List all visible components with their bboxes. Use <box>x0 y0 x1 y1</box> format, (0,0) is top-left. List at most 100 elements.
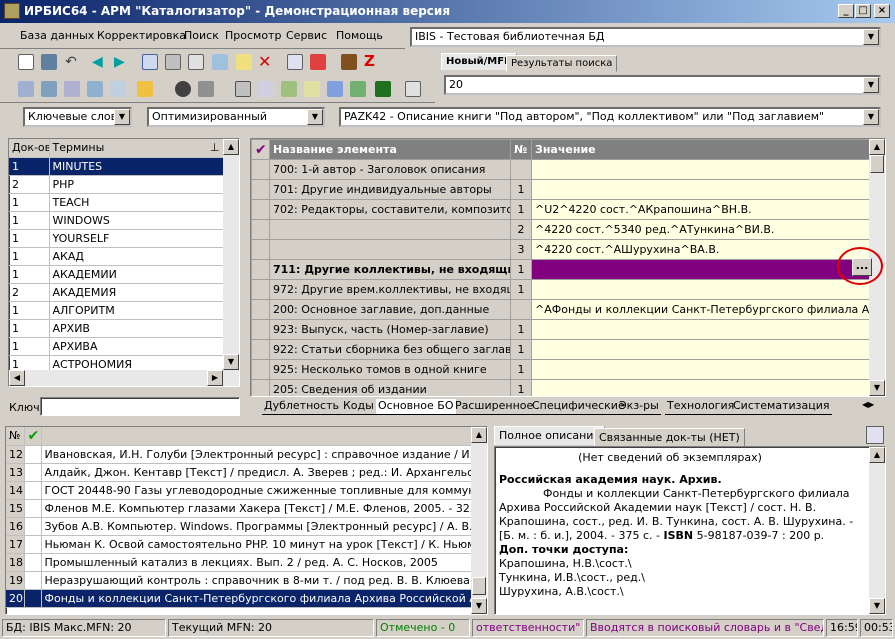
field-name[interactable]: 205: Сведения об издании <box>269 379 511 396</box>
term-text[interactable]: WINDOWS <box>49 211 224 230</box>
terms-row[interactable]: 1 YOURSELF <box>9 229 224 248</box>
pin-icon[interactable]: ⊥ <box>210 141 220 154</box>
field-value[interactable]: ^AФонды и коллекции Санкт-Петербургского… <box>531 299 870 320</box>
field-value[interactable] <box>531 379 870 396</box>
tab-codes[interactable]: Коды <box>341 399 376 415</box>
term-count[interactable]: 1 <box>9 229 50 248</box>
term-count[interactable]: 1 <box>9 301 50 320</box>
record-text[interactable]: Фонды и коллекции Санкт-Петербургского ф… <box>41 589 472 608</box>
record-number[interactable]: 18 <box>6 553 25 572</box>
field-occurrence[interactable]: 2 <box>510 219 532 240</box>
field-occurrence[interactable]: 1 <box>510 259 532 280</box>
save-icon[interactable] <box>41 54 57 70</box>
term-text[interactable]: PHP <box>49 175 224 194</box>
term-text[interactable]: TEACH <box>49 193 224 212</box>
chat-icon[interactable] <box>87 81 103 97</box>
terms-row[interactable]: 2 PHP <box>9 175 224 194</box>
tab-scroll-arrows[interactable]: ◀▶ <box>862 400 886 414</box>
search-icon[interactable] <box>18 81 34 97</box>
scroll-down-icon[interactable]: ▼ <box>869 598 885 614</box>
documents-icon[interactable] <box>304 81 320 97</box>
menu-database[interactable]: База данных <box>20 29 94 42</box>
term-text[interactable]: АЛГОРИТМ <box>49 301 224 320</box>
record-mark[interactable] <box>24 445 42 464</box>
menu-help[interactable]: Помощь <box>336 29 383 42</box>
record-row[interactable]: 20 Фонды и коллекции Санкт-Петербургского… <box>6 589 472 608</box>
terms-row[interactable]: 1 АРХИВА <box>9 337 224 356</box>
forward-arrow-icon[interactable]: ▶ <box>114 54 130 70</box>
scroll-up-icon[interactable]: ▲ <box>223 139 239 155</box>
chevron-down-icon[interactable]: ▼ <box>863 77 879 93</box>
record-row[interactable]: 18 Промышленный катализ в лекциях. Вып. 2… <box>6 553 472 572</box>
field-value[interactable] <box>531 259 870 280</box>
filter-icon[interactable] <box>41 81 57 97</box>
chevron-down-icon[interactable]: ▼ <box>114 109 130 125</box>
record-text[interactable]: ГОСТ 20448-90 Газы углеводородные сжижен… <box>41 481 472 500</box>
table-export-icon[interactable] <box>350 81 366 97</box>
tab-extended[interactable]: Расширенное <box>453 399 536 415</box>
term-text[interactable]: АКАДЕМИЯ <box>49 283 224 302</box>
terms-row[interactable]: 1 TEACH <box>9 193 224 212</box>
record-text[interactable]: Зубов А.В. Компьютер. Windows. Программы… <box>41 517 472 536</box>
excel-icon[interactable] <box>375 81 391 97</box>
term-count[interactable]: 1 <box>9 157 50 176</box>
field-occurrence[interactable]: 1 <box>510 339 532 360</box>
tab-systematization[interactable]: Систематизация <box>731 399 832 415</box>
maximize-button[interactable]: □ <box>855 4 871 18</box>
mfn-combo[interactable]: 20 ▼ <box>444 75 881 95</box>
tab-duplicates[interactable]: Дублетность <box>262 399 341 415</box>
field-value[interactable] <box>531 279 870 300</box>
terms-header-term[interactable]: Термины ⊥ <box>49 139 224 158</box>
term-text[interactable]: MINUTES <box>49 157 224 176</box>
field-row[interactable]: 701: Другие индивидуальные авторы 1 <box>251 179 870 200</box>
scroll-thumb[interactable] <box>870 155 884 173</box>
record-number[interactable]: 16 <box>6 517 25 536</box>
glasses-icon[interactable] <box>175 81 191 97</box>
menu-search[interactable]: Поиск <box>184 29 219 42</box>
import-icon[interactable] <box>287 54 303 70</box>
record-row[interactable]: 12 Ивановская, И.Н. Голуби [Электронный р… <box>6 445 472 464</box>
field-row[interactable]: 972: Другие врем.коллективы, не входящие… <box>251 279 870 300</box>
field-value[interactable]: ^U2^4220 сост.^AКрапошина^BН.В. <box>531 199 870 220</box>
record-text[interactable]: Неразрушающий контроль : справочник в 8-… <box>41 571 472 590</box>
field-name[interactable]: 700: 1-й автор - Заголовок описания <box>269 159 511 180</box>
back-arrow-icon[interactable]: ◀ <box>92 54 108 70</box>
record-row[interactable]: 19 Неразрушающий контроль : справочник в … <box>6 571 472 590</box>
field-name[interactable]: 925: Несколько томов в одной книге <box>269 359 511 380</box>
field-name[interactable]: 200: Основное заглавие, доп.данные <box>269 299 511 320</box>
scroll-up-icon[interactable]: ▲ <box>869 139 885 155</box>
tab-copies[interactable]: Экз-ры <box>617 399 661 415</box>
record-number[interactable]: 12 <box>6 445 25 464</box>
term-count[interactable]: 2 <box>9 175 50 194</box>
field-value[interactable] <box>531 319 870 340</box>
field-name[interactable]: 972: Другие врем.коллективы, не входящие… <box>269 279 511 300</box>
field-name[interactable] <box>269 239 511 260</box>
field-value[interactable] <box>531 359 870 380</box>
record-mark[interactable] <box>24 589 42 608</box>
record-number[interactable]: 20 <box>6 589 25 608</box>
record-row[interactable]: 14 ГОСТ 20448-90 Газы углеводородные сжиж… <box>6 481 472 500</box>
document-go-icon[interactable] <box>281 81 297 97</box>
printer-settings-icon[interactable] <box>258 81 274 97</box>
record-number[interactable]: 19 <box>6 571 25 590</box>
field-value[interactable] <box>531 159 870 180</box>
record-row[interactable]: 15 Фленов М.Е. Компьютер глазами Хакера [… <box>6 499 472 518</box>
terms-row[interactable]: 2 АКАДЕМИЯ <box>9 283 224 302</box>
record-mark[interactable] <box>24 517 42 536</box>
term-text[interactable]: АРХИВА <box>49 337 224 356</box>
chevron-down-icon[interactable]: ▼ <box>863 109 879 125</box>
term-text[interactable]: АКАД <box>49 247 224 266</box>
record-text[interactable]: Фленов М.Е. Компьютер глазами Хакера [Те… <box>41 499 472 518</box>
print-preview-icon[interactable] <box>188 54 204 70</box>
field-value[interactable]: ^4220 сост.^AШурухина^BА.В. <box>531 239 870 260</box>
record-mark[interactable] <box>24 553 42 572</box>
record-mark[interactable] <box>24 571 42 590</box>
record-number[interactable]: 15 <box>6 499 25 518</box>
folder-icon[interactable] <box>198 81 214 97</box>
record-number[interactable]: 14 <box>6 481 25 500</box>
field-row[interactable]: 3 ^4220 сост.^AШурухина^BА.В. <box>251 239 870 260</box>
term-text[interactable]: АРХИВ <box>49 319 224 338</box>
field-row[interactable]: 711: Другие коллективы, не входящие в за… <box>251 259 870 280</box>
menu-edit[interactable]: Корректировка <box>97 29 186 42</box>
close-button[interactable]: × <box>874 4 890 18</box>
